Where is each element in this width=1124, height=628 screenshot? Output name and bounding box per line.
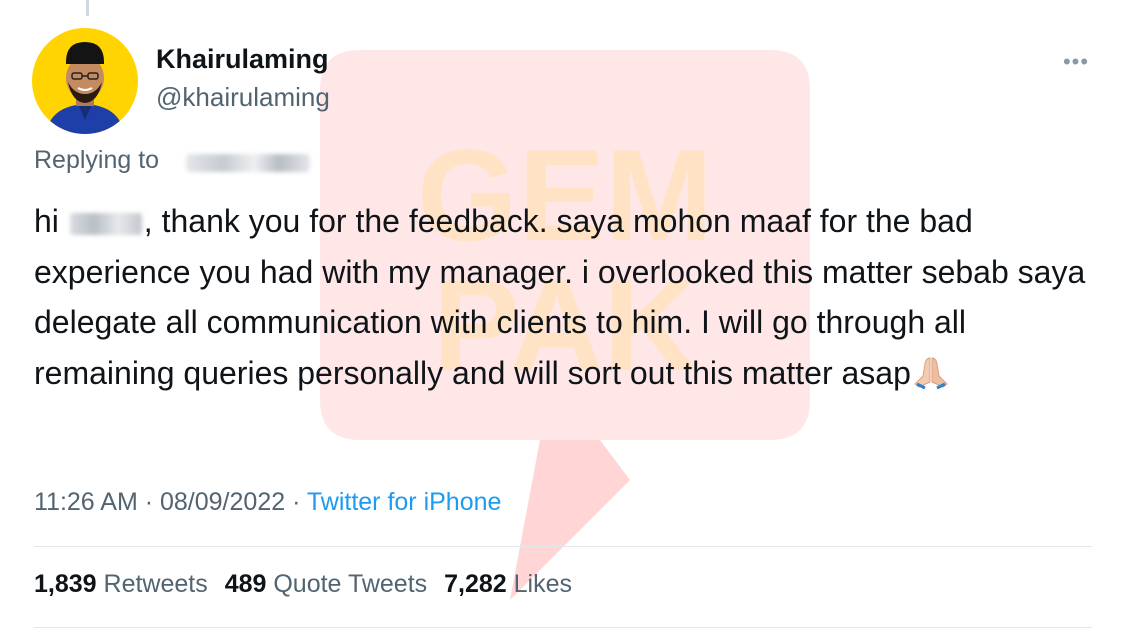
retweets-count: 1,839 [34,570,97,598]
divider-top [34,546,1092,547]
tweet-date[interactable]: 08/09/2022 [160,488,285,516]
replying-to-label: Replying to [34,146,160,174]
more-options-button[interactable]: ••• [1058,48,1094,76]
tweet-greeting: hi [34,203,59,239]
quote-tweets-stat[interactable]: 489 Quote Tweets [225,570,427,598]
quote-tweets-label: Quote Tweets [273,570,428,598]
likes-count: 7,282 [444,570,507,598]
retweets-label: Retweets [103,570,208,598]
author-display-name[interactable]: Khairulaming [156,44,329,75]
author-handle[interactable]: @khairulaming [156,82,330,113]
author-avatar[interactable] [32,28,138,134]
meta-separator-2: · [285,488,307,516]
folded-hands-emoji-icon [911,354,951,390]
retweets-stat[interactable]: 1,839 Retweets [34,570,208,598]
quote-tweets-count: 489 [224,570,267,598]
redacted-name [69,212,142,235]
likes-stat[interactable]: 7,282 Likes [444,570,572,598]
more-dots-icon: ••• [1062,49,1090,74]
tweet-time[interactable]: 11:26 AM [34,488,138,516]
meta-separator-1: · [137,488,160,516]
redacted-replied-handle[interactable] [186,154,310,172]
tweet-stats: 1,839 Retweets 489 Quote Tweets 7,282 Li… [34,570,572,599]
thread-connector-line [86,0,89,16]
tweet-text: hi , thank you for the feedback. saya mo… [34,196,1104,398]
tweet-source-link[interactable]: Twitter for iPhone [307,488,502,516]
likes-label: Likes [513,570,572,598]
tweet-meta: 11:26 AM · 08/09/2022 · Twitter for iPho… [34,488,501,517]
